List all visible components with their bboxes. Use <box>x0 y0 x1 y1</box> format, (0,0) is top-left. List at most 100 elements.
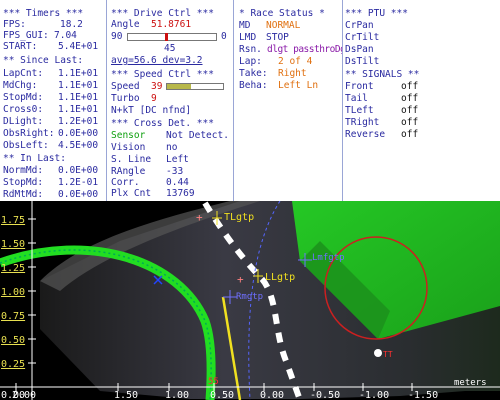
y-tick-label: 0.25 <box>1 359 25 370</box>
signal-tleft-label: TLeft <box>345 105 374 116</box>
x-tick-label: 0.00 <box>260 390 284 400</box>
fps-label: FPS: <box>3 19 26 30</box>
angle-slider-center: 45 <box>164 43 176 54</box>
speed-header: *** Speed Ctrl *** <box>111 69 214 80</box>
speed-label: Speed <box>111 81 140 92</box>
cross-rangle-value: -33 <box>166 166 184 177</box>
since-cross0-value: 1.1E+01 <box>58 104 99 115</box>
ptu-dspan[interactable]: DsPan <box>345 44 374 55</box>
y-tick-label: 1.50 <box>1 239 25 250</box>
y-tick-label: 1.00 <box>1 287 25 298</box>
cross-corr-label: Corr. <box>111 177 140 188</box>
x-tick-prefix: 0.00 <box>1 390 25 400</box>
since-dlight-value: 1.2E+01 <box>58 116 99 127</box>
start-label: START: <box>3 41 38 52</box>
drive-header: *** Drive Ctrl *** <box>111 8 214 19</box>
cross-plxcnt-label: Plx Cnt <box>111 188 152 199</box>
race-take-value: Right <box>278 68 307 79</box>
in-rdmtmd-label: RdMtMd: <box>3 189 44 200</box>
since-cross0-label: Cross0: <box>3 104 44 115</box>
race-take-label: Take: <box>239 68 268 79</box>
in-rdmtmd-value: 0.0E+00 <box>58 189 99 200</box>
svg-text:+: + <box>196 211 203 224</box>
cross-vision-value: no <box>166 142 178 153</box>
y-tick-label: 0.75 <box>1 311 25 322</box>
since-last-header: ** Since Last: <box>3 55 84 66</box>
since-lapcnt-value: 1.1E+01 <box>58 68 99 79</box>
speed-value: 39 <box>151 81 163 92</box>
cross-header: *** Cross Det. *** <box>111 118 214 129</box>
y-tick-label: 1.75 <box>1 215 25 226</box>
signal-tleft-value: off <box>401 105 419 116</box>
cross-sensor-label: Sensor <box>111 130 146 141</box>
timers-header: *** Timers *** <box>3 8 84 19</box>
signal-tright-label: TRight <box>345 117 380 128</box>
angle-stats: avg=56.6 dev=3.2 <box>111 55 203 66</box>
signal-reverse-label: Reverse <box>345 129 386 140</box>
cross-sensor-value: Not Detect. <box>166 130 229 141</box>
nxkt-status: N+kT [DC nfnd] <box>111 105 192 116</box>
in-normmd-label: NormMd: <box>3 165 44 176</box>
signal-reverse-value: off <box>401 129 419 140</box>
signals-header: ** SIGNALS ** <box>345 69 420 80</box>
fps-gui-value: 7.04 <box>54 30 77 41</box>
race-lmd-value: STOP <box>266 32 289 43</box>
signal-tright-value: off <box>401 117 419 128</box>
angle-slider[interactable] <box>127 33 217 41</box>
race-md-value: NORMAL <box>266 20 301 31</box>
signal-front-label: Front <box>345 81 374 92</box>
signal-tail-value: off <box>401 93 419 104</box>
race-lap-value: 2 of 4 <box>278 56 313 67</box>
since-obsright-value: 0.0E+00 <box>58 128 99 139</box>
camera-view[interactable]: + TLgtp + LLgtp Lmfgtp Rmgtp TT 55 1.75 … <box>0 201 500 400</box>
race-beha-label: Beha: <box>239 80 268 91</box>
in-stopmd-value: 1.2E-01 <box>58 177 99 188</box>
race-lmd-label: LMD <box>239 32 257 43</box>
angle-slider-thumb[interactable] <box>165 33 169 41</box>
race-lap-label: Lap: <box>239 56 262 67</box>
label-55: 55 <box>208 377 219 387</box>
ptu-header: *** PTU *** <box>345 8 408 19</box>
cross-vision-label: Vision <box>111 142 146 153</box>
svg-text:+: + <box>237 273 244 286</box>
fps-gui-label: FPS_GUI: <box>3 30 49 41</box>
timers-panel: *** Timers *** FPS: 18.2 FPS_GUI: 7.04 S… <box>0 0 106 201</box>
race-beha-value: Left Ln <box>278 80 319 91</box>
y-tick-label: 1.25 <box>1 263 25 274</box>
ptu-dstilt[interactable]: DsTilt <box>345 56 379 67</box>
since-stopmd-value: 1.1E+01 <box>58 92 99 103</box>
angle-slider-max: 0 <box>221 31 227 42</box>
race-header: * Race Status * <box>239 8 325 19</box>
turbo-label: Turbo <box>111 93 140 104</box>
race-md-label: MD <box>239 20 251 31</box>
since-mdchg-value: 1.1E+01 <box>58 80 99 91</box>
in-stopmd-label: StopMd: <box>3 177 44 188</box>
drive-panel: *** Drive Ctrl *** Angle 51.8761 90 0 45… <box>107 0 233 201</box>
ptu-crtilt[interactable]: CrTilt <box>345 32 379 43</box>
since-lapcnt-label: LapCnt: <box>3 68 44 79</box>
speed-bar <box>166 83 224 90</box>
x-tick-label: -1.00 <box>359 390 389 400</box>
label-tlgtp: TLgtp <box>224 212 254 223</box>
cross-rangle-label: RAngle <box>111 166 146 177</box>
race-rsn-label: Rsn. <box>239 44 262 55</box>
angle-label: Angle <box>111 19 140 30</box>
in-last-header: ** In Last: <box>3 153 66 164</box>
angle-value: 51.8761 <box>151 19 192 30</box>
cross-sline-value: Left <box>166 154 189 165</box>
units-label: meters <box>454 378 487 388</box>
angle-slider-min: 90 <box>111 31 123 42</box>
label-tt: TT <box>383 350 393 359</box>
x-tick-label: 0.50 <box>210 390 234 400</box>
cross-plxcnt-value: 13769 <box>166 188 195 199</box>
signal-tail-label: Tail <box>345 93 368 104</box>
label-llgtp: LLgtp <box>265 272 295 283</box>
since-dlight-label: DLight: <box>3 116 44 127</box>
ptu-crpan[interactable]: CrPan <box>345 20 374 31</box>
speed-bar-fill <box>167 84 191 89</box>
cross-corr-value: 0.44 <box>166 177 189 188</box>
x-tick-label: 1.50 <box>114 390 138 400</box>
in-normmd-value: 0.0E+00 <box>58 165 99 176</box>
signal-front-value: off <box>401 81 419 92</box>
start-value: 5.4E+01 <box>58 41 99 52</box>
